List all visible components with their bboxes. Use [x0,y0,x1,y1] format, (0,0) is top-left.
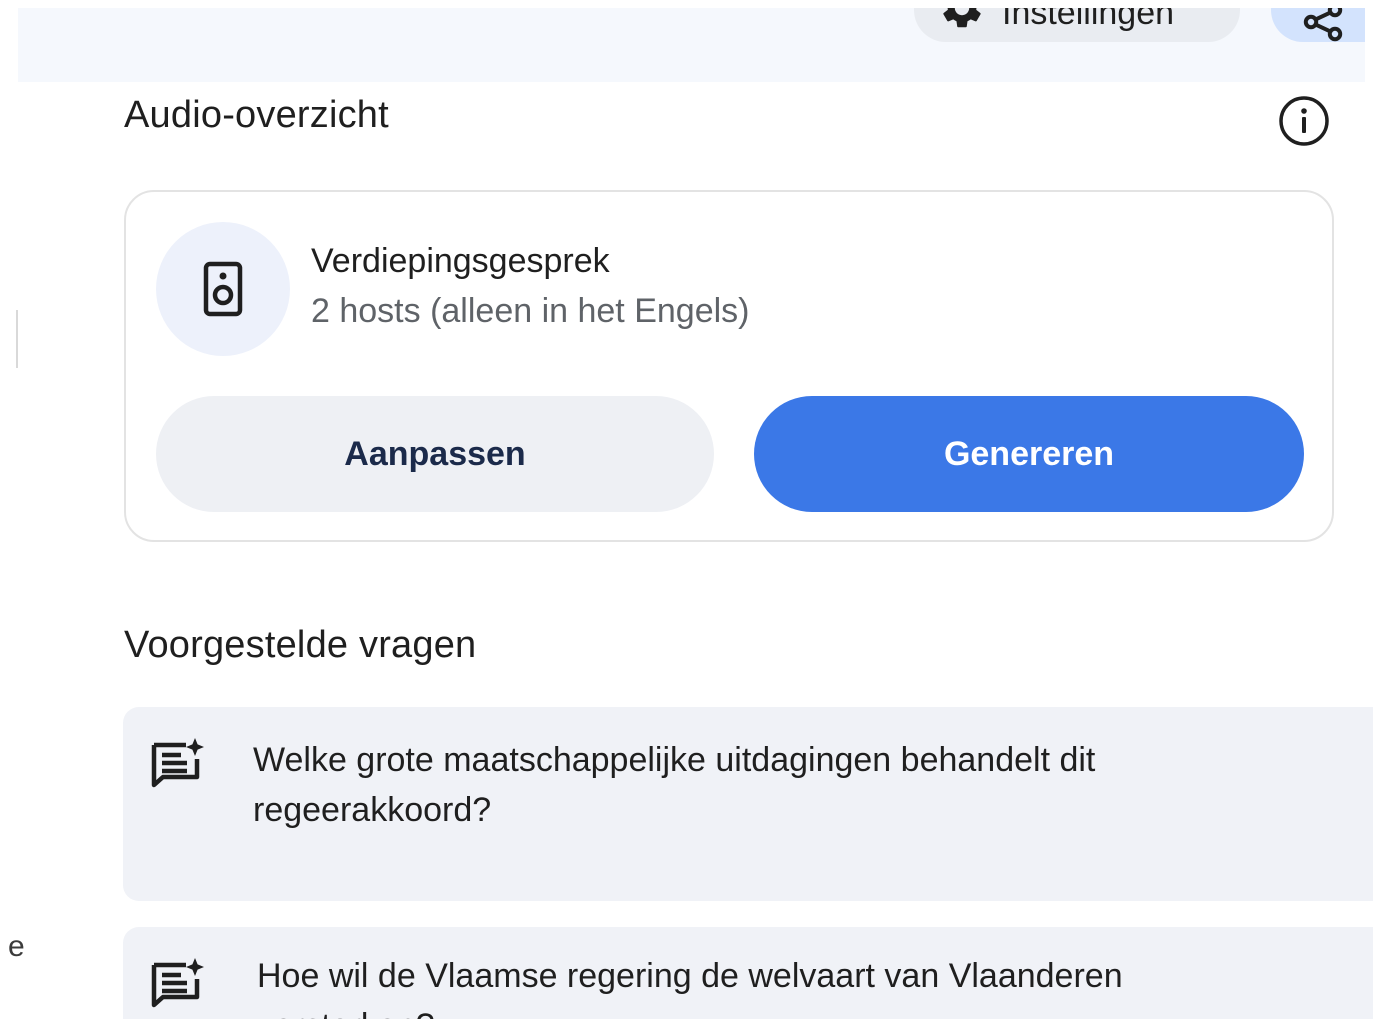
audio-format-subtitle: 2 hosts (alleen in het Engels) [311,292,750,330]
customize-button[interactable]: Aanpassen [156,396,714,512]
share-button[interactable] [1271,8,1365,42]
chat-sparkle-icon [151,737,207,794]
suggested-question-item[interactable]: Hoe wil de Vlaamse regering de welvaart … [123,927,1373,1019]
settings-button[interactable]: Instellingen [914,8,1240,42]
suggested-question-text: Hoe wil de Vlaamse regering de welvaart … [257,957,1123,1019]
left-panel-partial-text: e [8,930,25,963]
generate-button[interactable]: Genereren [754,396,1304,512]
suggested-question-text: Welke grote maatschappelijke uitdagingen… [253,741,1096,829]
info-icon[interactable] [1278,95,1330,147]
suggested-questions-title: Voorgestelde vragen [124,624,477,666]
audio-overview-card: Verdiepingsgesprek 2 hosts (alleen in he… [124,190,1334,542]
left-panel-edge [16,310,18,368]
speaker-avatar [156,222,290,356]
audio-overview-title: Audio-overzicht [124,94,389,136]
top-header: Instellingen [18,8,1365,82]
settings-label: Instellingen [1002,8,1175,32]
audio-format-title: Verdiepingsgesprek [311,242,610,280]
suggested-question-item[interactable]: Welke grote maatschappelijke uitdagingen… [123,707,1373,901]
notebook-studio-panel: Instellingen e Audio-overzicht Verdiepin… [0,0,1373,1019]
chat-sparkle-icon [151,957,207,1014]
gear-icon [938,8,986,37]
